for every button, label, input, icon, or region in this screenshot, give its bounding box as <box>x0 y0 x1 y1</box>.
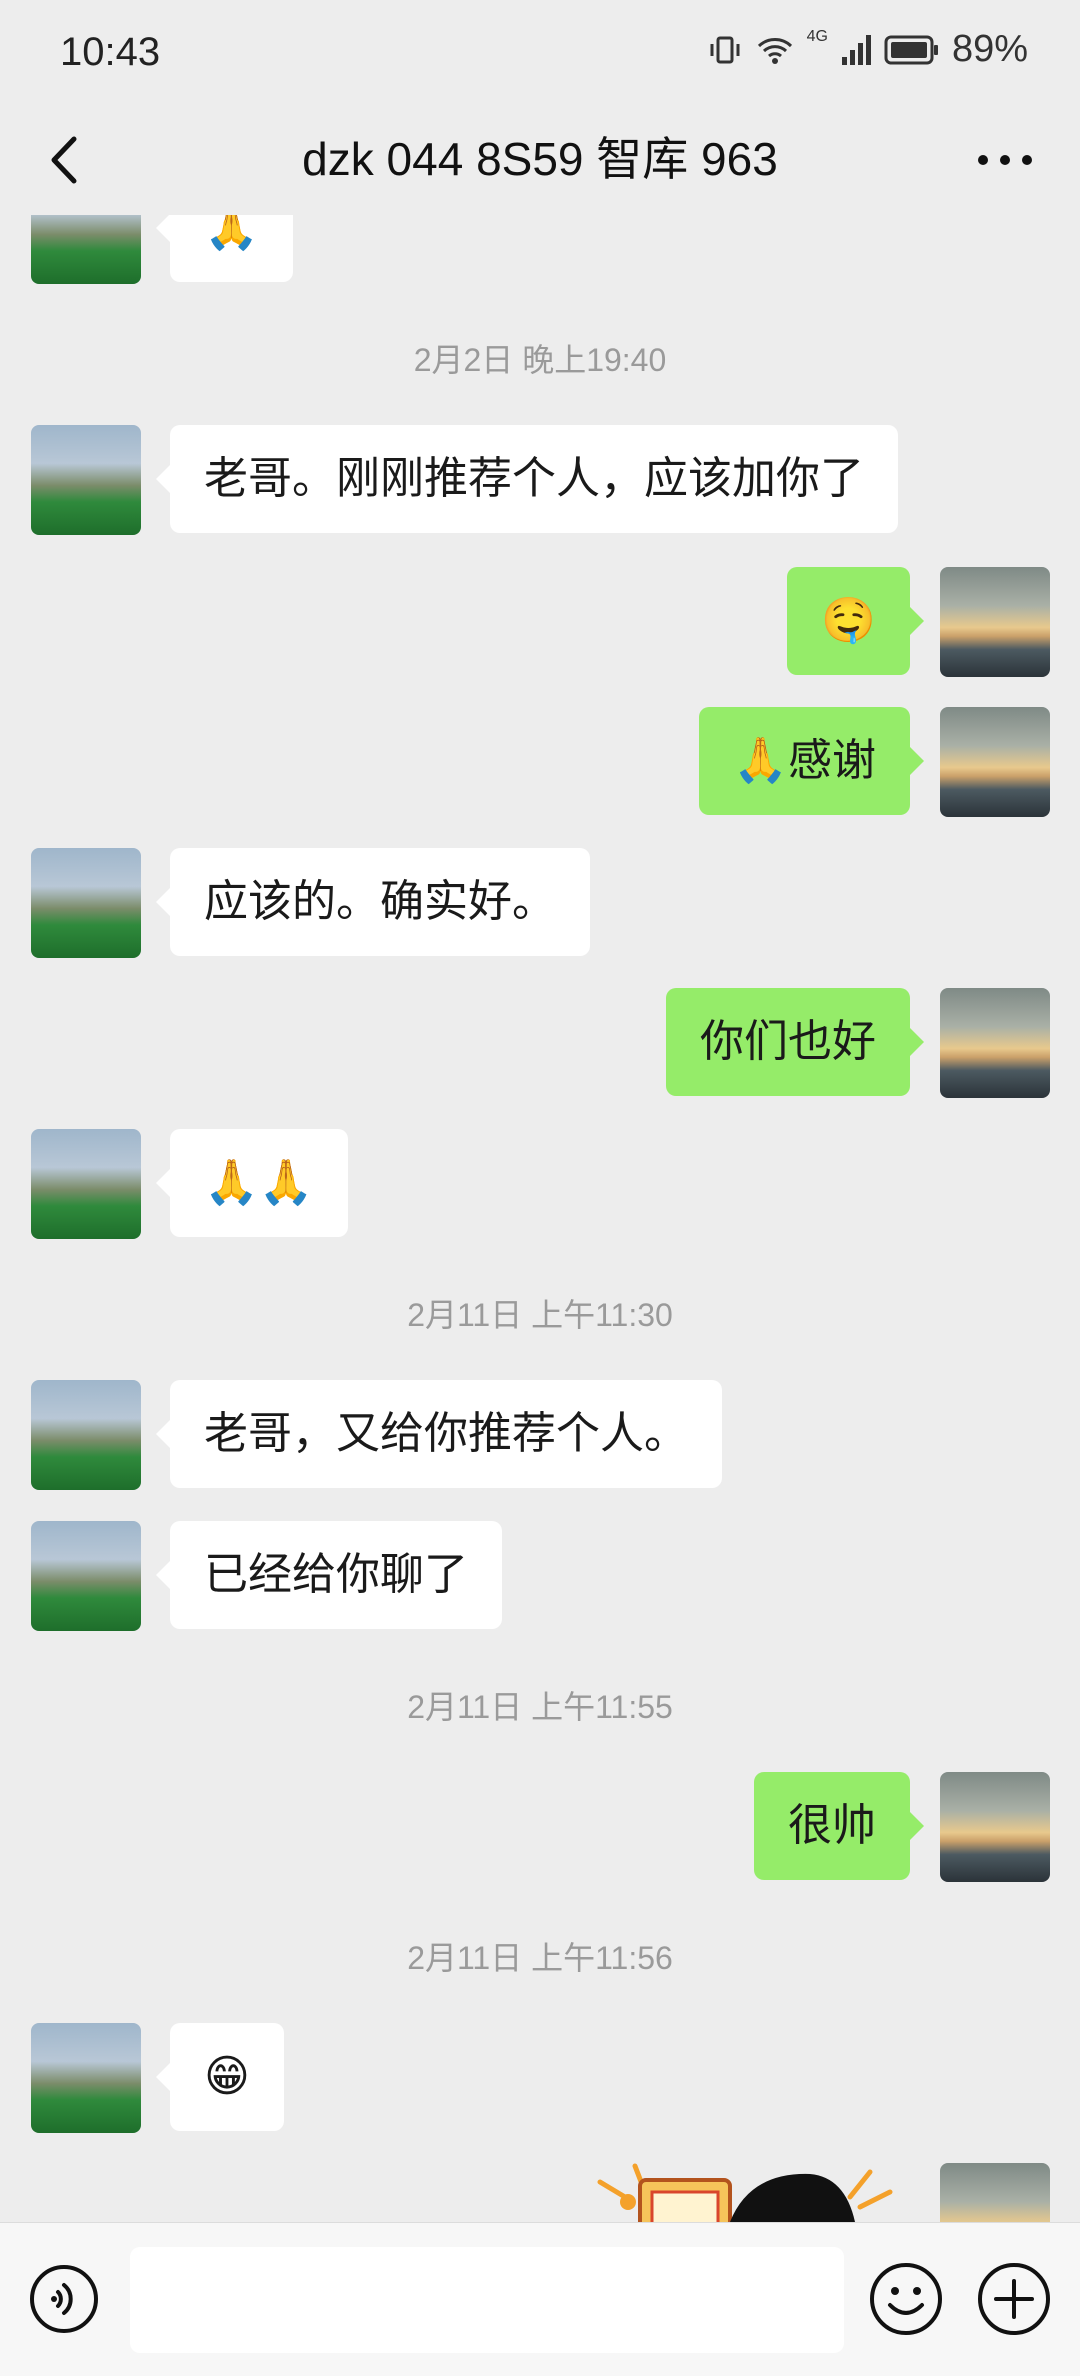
message-bubble-outgoing[interactable]: 🤤 <box>787 567 924 675</box>
more-options-icon[interactable] <box>970 125 1040 195</box>
chat-message-list[interactable]: 🙏 2月2日 晚上19:40 老哥。刚刚推荐个人，应该加你了 🤤 🙏感谢 应该的… <box>0 215 1080 2222</box>
voice-input-icon[interactable] <box>28 2263 100 2335</box>
message-input[interactable] <box>130 2247 844 2353</box>
contact-avatar[interactable] <box>31 215 141 284</box>
contact-avatar[interactable] <box>31 2023 141 2133</box>
battery-level: 89% <box>951 28 1028 70</box>
own-avatar[interactable] <box>940 2163 1050 2222</box>
chat-title: dzk 044 8S59 智库 963 <box>302 133 778 185</box>
vibrate-icon <box>710 36 740 63</box>
signal-icon <box>841 34 871 65</box>
message-bubble-outgoing[interactable]: 你们也好 <box>666 988 924 1096</box>
contact-avatar[interactable] <box>31 1521 141 1631</box>
own-avatar[interactable] <box>940 1772 1050 1882</box>
own-avatar[interactable] <box>940 988 1050 1098</box>
own-avatar[interactable] <box>940 567 1050 677</box>
sticker-image <box>597 2163 893 2222</box>
message-bubble-incoming[interactable]: 已经给你聊了 <box>156 1521 502 1629</box>
status-time: 10:43 <box>60 30 161 74</box>
wifi-icon <box>757 37 792 64</box>
message-bubble-incoming[interactable]: 老哥。刚刚推荐个人，应该加你了 <box>156 425 898 533</box>
contact-avatar[interactable] <box>31 425 141 535</box>
timestamp: 2月11日 上午11:56 <box>407 1940 673 1976</box>
chat-header: dzk 044 8S59 智库 963 <box>0 105 1080 215</box>
emoji-icon[interactable] <box>868 2261 944 2337</box>
message-bubble-incoming[interactable]: 😁 <box>156 2023 284 2131</box>
message-bubble-incoming[interactable]: 🙏 <box>156 215 293 282</box>
status-bar: 10:43 4G 89% <box>0 0 1080 105</box>
contact-avatar[interactable] <box>31 848 141 958</box>
message-bubble-incoming[interactable]: 老哥，又给你推荐个人。 <box>156 1380 722 1488</box>
own-avatar[interactable] <box>940 707 1050 817</box>
timestamp: 2月11日 上午11:55 <box>407 1689 673 1725</box>
contact-avatar[interactable] <box>31 1380 141 1490</box>
message-bubble-incoming[interactable]: 应该的。确实好。 <box>156 848 590 956</box>
status-icons: 4G 89% <box>707 28 1028 71</box>
battery-icon <box>884 35 938 64</box>
message-bubble-incoming[interactable]: 🙏🙏 <box>156 1129 348 1237</box>
message-bubble-outgoing[interactable]: 🙏感谢 <box>699 707 924 815</box>
timestamp: 2月2日 晚上19:40 <box>413 342 667 378</box>
more-functions-icon[interactable] <box>976 2261 1052 2337</box>
message-bubble-outgoing[interactable]: 很帅 <box>754 1772 924 1880</box>
network-type: 4G <box>806 28 828 45</box>
sticker-message[interactable] <box>580 2162 910 2222</box>
timestamp: 2月11日 上午11:30 <box>407 1297 673 1333</box>
contact-avatar[interactable] <box>31 1129 141 1239</box>
input-bar <box>0 2222 1080 2376</box>
